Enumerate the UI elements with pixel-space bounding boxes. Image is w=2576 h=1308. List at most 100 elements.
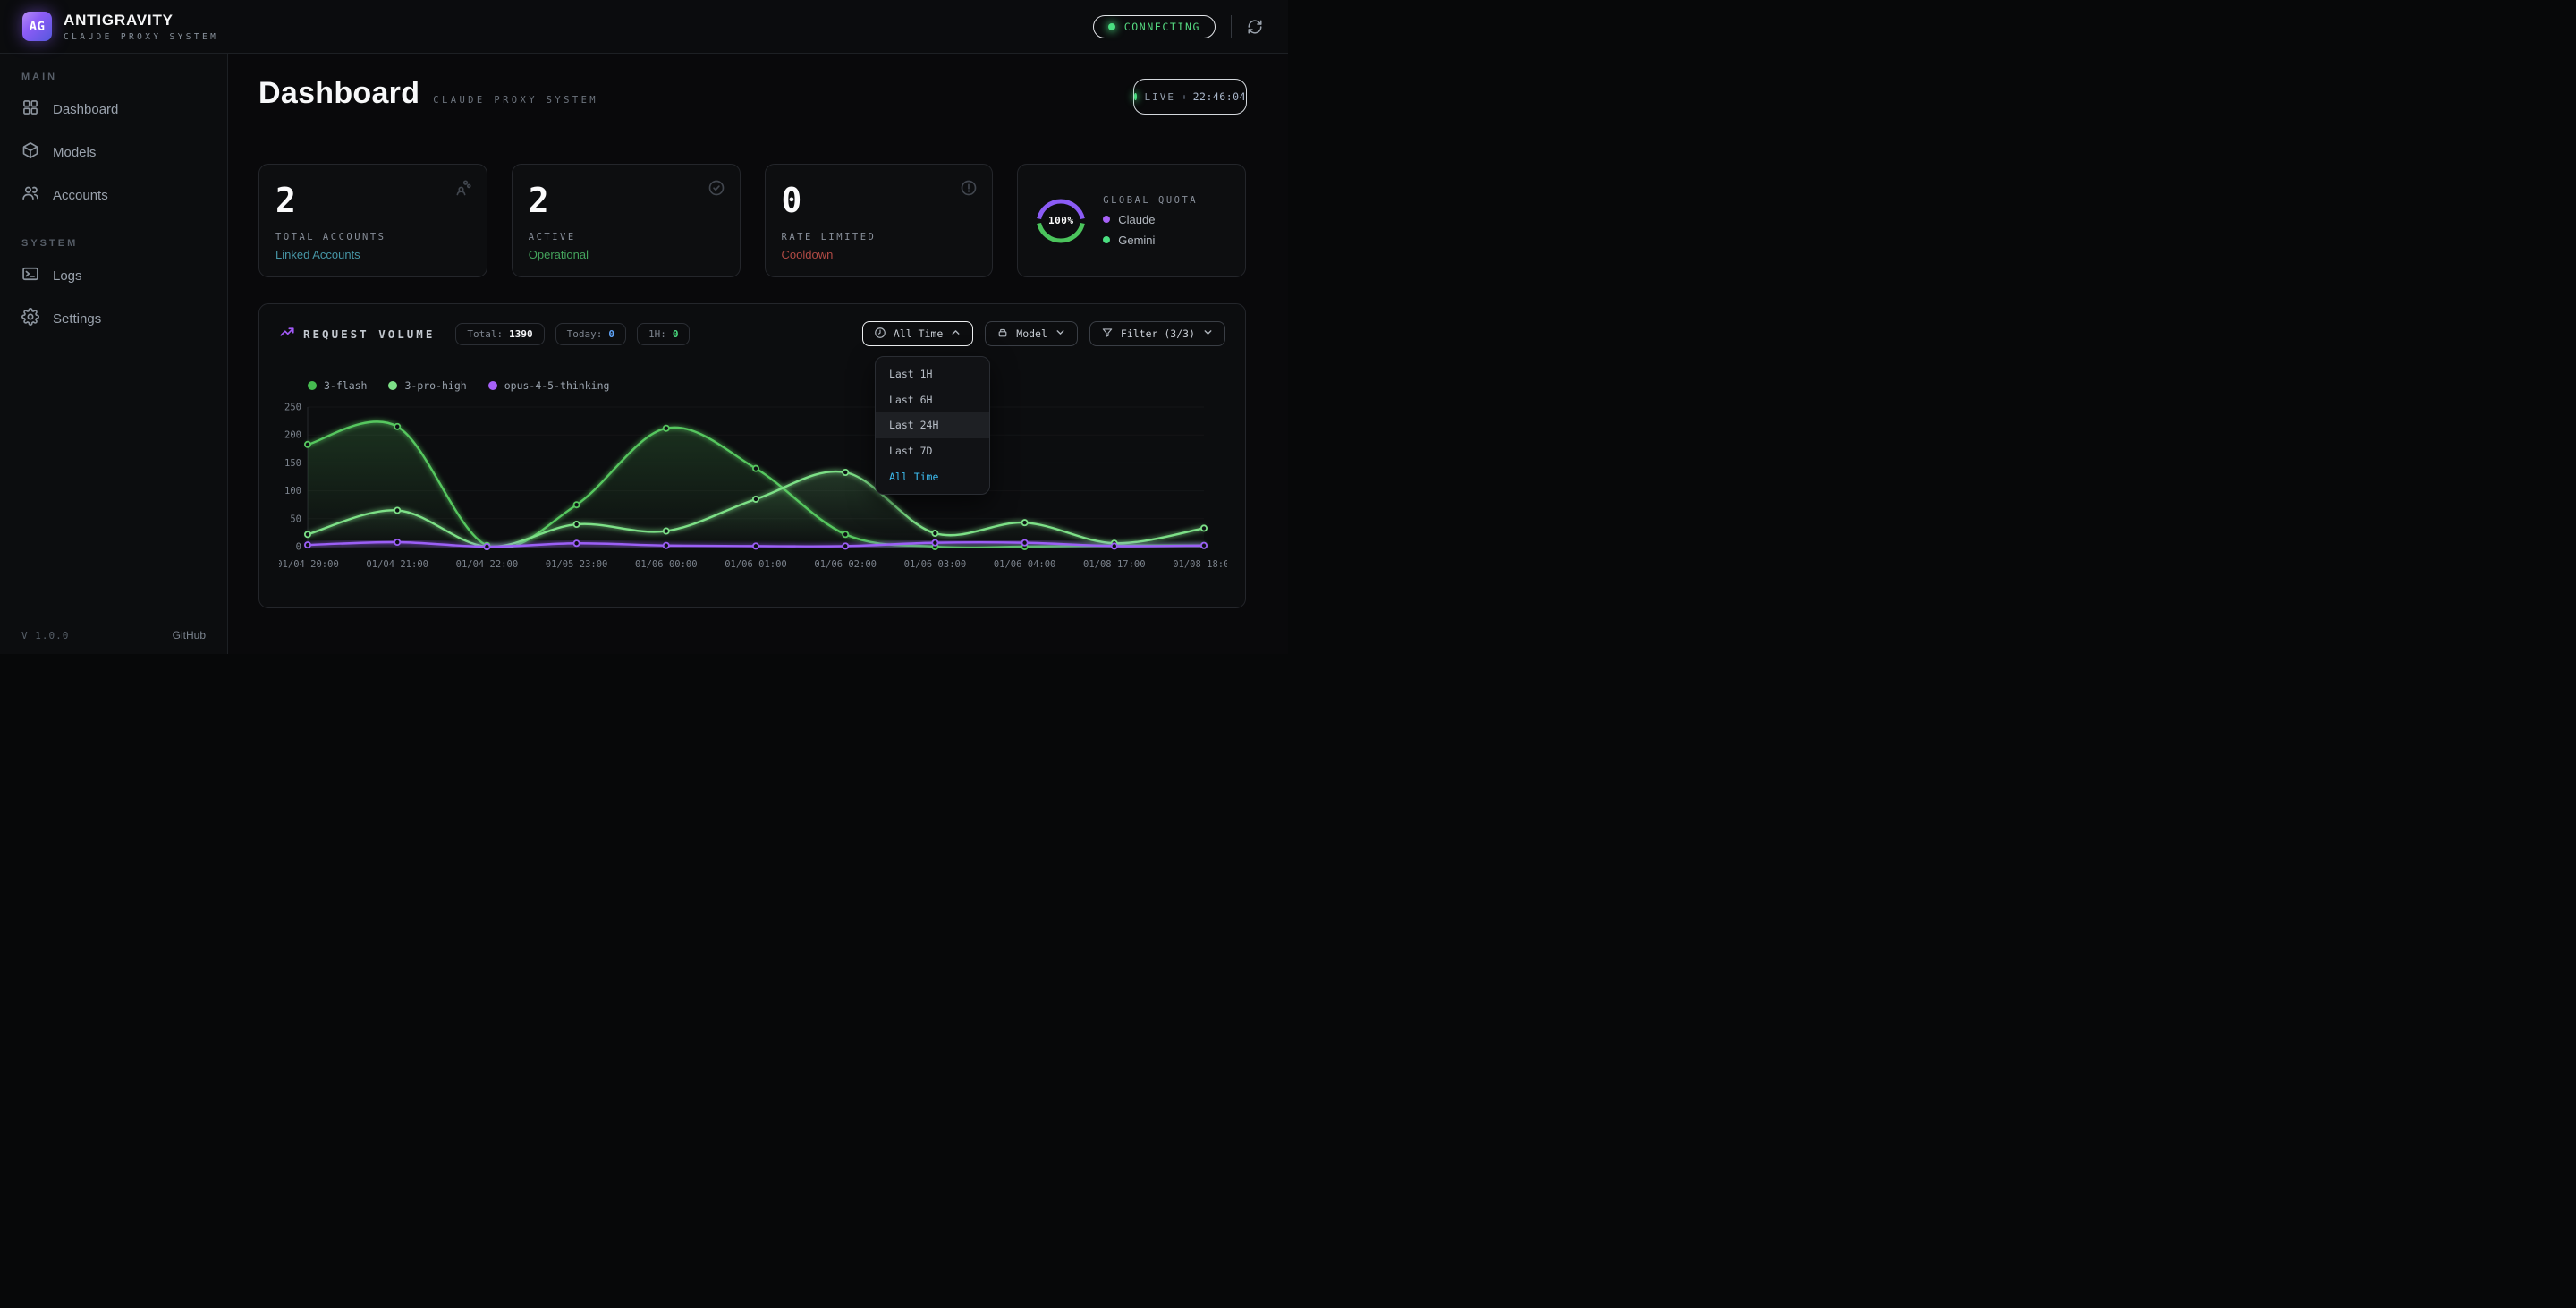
legend-label: opus-4-5-thinking	[504, 379, 610, 392]
github-link[interactable]: GitHub	[173, 629, 206, 641]
x-axis-tick-label: 01/06 04:00	[994, 559, 1056, 570]
stat-subtext: Operational	[529, 248, 724, 261]
quota-title: GLOBAL QUOTA	[1103, 195, 1198, 206]
legend-label: 3-pro-high	[404, 379, 466, 392]
sidebar-sections: MAINDashboardModelsAccountsSYSTEMLogsSet…	[0, 54, 227, 336]
y-axis-tick-label: 200	[284, 430, 301, 441]
legend-item-3-flash: 3-flash	[308, 379, 367, 392]
global-quota-card: 100% GLOBAL QUOTA Claude Gemini	[1017, 164, 1246, 277]
menu-item-last-1h[interactable]: Last 1H	[876, 361, 989, 387]
chart-chip-today: Today:0	[555, 323, 626, 345]
connection-status-dot-icon	[1108, 23, 1115, 30]
filter-icon	[1101, 327, 1114, 342]
data-point-3-flash	[664, 426, 669, 431]
users-group-icon	[454, 179, 472, 201]
legend-dot-icon	[388, 381, 397, 390]
data-point-opus-4-5-thinking	[574, 540, 580, 546]
time-range-dropdown-menu: Last 1HLast 6HLast 24HLast 7DAll Time	[875, 356, 990, 495]
connection-status-text: CONNECTING	[1124, 21, 1200, 33]
sidebar-item-settings[interactable]: Settings	[0, 301, 227, 336]
menu-item-last-6h[interactable]: Last 6H	[876, 387, 989, 413]
sidebar-item-label: Dashboard	[53, 102, 118, 117]
live-dot-icon	[1134, 93, 1137, 100]
dropdown-button-label: Model	[1016, 327, 1047, 340]
chart-legend: 3-flash 3-pro-high opus-4-5-thinking	[308, 379, 1225, 392]
chip-value: 1390	[509, 328, 533, 340]
clock-time: 22:46:04	[1193, 90, 1246, 103]
data-point-3-flash	[394, 424, 400, 429]
x-axis-tick-label: 01/04 22:00	[456, 559, 519, 570]
chevron-up-icon	[950, 327, 962, 341]
data-point-opus-4-5-thinking	[394, 539, 400, 545]
stat-card-total-accounts: 2TOTAL ACCOUNTSLinked Accounts	[258, 164, 487, 277]
data-point-3-flash	[843, 531, 848, 537]
live-separator-dot	[1183, 95, 1185, 99]
quota-legend-label: Claude	[1118, 213, 1155, 226]
app-title: ANTIGRAVITY	[64, 12, 218, 30]
brand: ANTIGRAVITY CLAUDE PROXY SYSTEM	[64, 12, 218, 42]
dropdown-button-all-time[interactable]: All Time	[862, 321, 973, 346]
sidebar-item-label: Logs	[53, 268, 82, 284]
chart-stat-chips: Total: 1390 Today:0 1H: 0	[455, 323, 690, 345]
stat-label: TOTAL ACCOUNTS	[275, 232, 470, 242]
page-subtitle: CLAUDE PROXY SYSTEM	[433, 95, 598, 106]
dropdown-button-model[interactable]: Model	[985, 321, 1078, 346]
legend-label: 3-flash	[324, 379, 367, 392]
chevron-down-icon	[1202, 327, 1214, 341]
x-axis-tick-label: 01/08 18:00	[1173, 559, 1227, 570]
menu-item-last-24h[interactable]: Last 24H	[876, 412, 989, 438]
sidebar-section-label: SYSTEM	[21, 238, 227, 251]
menu-item-all-time[interactable]: All Time	[876, 463, 989, 489]
chart-title-group: REQUEST VOLUME	[279, 324, 435, 344]
refresh-icon[interactable]	[1247, 19, 1263, 35]
stat-value: 0	[782, 183, 977, 217]
y-axis-tick-label: 250	[284, 403, 301, 413]
stat-subtext: Linked Accounts	[275, 248, 470, 261]
sidebar-item-logs[interactable]: Logs	[0, 258, 227, 293]
clock-icon	[874, 327, 886, 342]
live-label: LIVE	[1145, 91, 1176, 103]
data-point-3-pro-high	[753, 497, 758, 502]
x-axis-tick-label: 01/06 01:00	[724, 559, 787, 570]
menu-item-last-7d[interactable]: Last 7D	[876, 438, 989, 464]
chip-value: 0	[673, 328, 679, 340]
quota-ring: 100%	[1034, 194, 1088, 248]
chip-label: 1H:	[648, 328, 666, 340]
chip-value: 0	[608, 328, 614, 340]
sidebar-item-models[interactable]: Models	[0, 134, 227, 170]
sidebar-item-dashboard[interactable]: Dashboard	[0, 91, 227, 127]
y-axis-tick-label: 100	[284, 486, 301, 497]
stat-value: 2	[529, 183, 724, 217]
topbar-right: CONNECTING	[1093, 15, 1263, 38]
legend-dot-icon	[488, 381, 497, 390]
data-point-opus-4-5-thinking	[843, 543, 848, 548]
trending-up-icon	[279, 324, 295, 344]
app-subtitle: CLAUDE PROXY SYSTEM	[64, 32, 218, 42]
sidebar-item-label: Models	[53, 145, 96, 160]
data-point-opus-4-5-thinking	[664, 543, 669, 548]
data-point-3-flash	[574, 502, 580, 507]
chip-label: Total:	[467, 328, 503, 340]
data-point-opus-4-5-thinking	[932, 540, 937, 546]
stat-subtext: Cooldown	[782, 248, 977, 261]
chart-chip-total: Total: 1390	[455, 323, 544, 345]
sidebar-item-label: Settings	[53, 311, 101, 327]
cube-icon	[21, 141, 39, 163]
stat-label: RATE LIMITED	[782, 232, 977, 242]
main-content: Dashboard CLAUDE PROXY SYSTEM LIVE 22:46…	[228, 54, 1288, 654]
page-title: Dashboard	[258, 76, 419, 111]
legend-dot-icon	[1103, 216, 1110, 223]
sidebar-item-accounts[interactable]: Accounts	[0, 177, 227, 213]
data-point-opus-4-5-thinking	[484, 544, 489, 549]
dropdown-button-filter-3-3-[interactable]: Filter (3/3)	[1089, 321, 1225, 346]
data-point-3-flash	[753, 466, 758, 471]
chart-title: REQUEST VOLUME	[303, 327, 435, 341]
data-point-3-pro-high	[394, 507, 400, 513]
stat-label: ACTIVE	[529, 232, 724, 242]
data-point-3-pro-high	[664, 528, 669, 533]
y-axis-tick-label: 0	[296, 542, 301, 553]
legend-item-3-pro-high: 3-pro-high	[388, 379, 466, 392]
alert-circle-icon	[960, 179, 978, 201]
line-chart-canvas: 05010015020025001/04 20:0001/04 21:0001/…	[279, 400, 1227, 579]
quota-legend-label: Gemini	[1118, 234, 1155, 247]
